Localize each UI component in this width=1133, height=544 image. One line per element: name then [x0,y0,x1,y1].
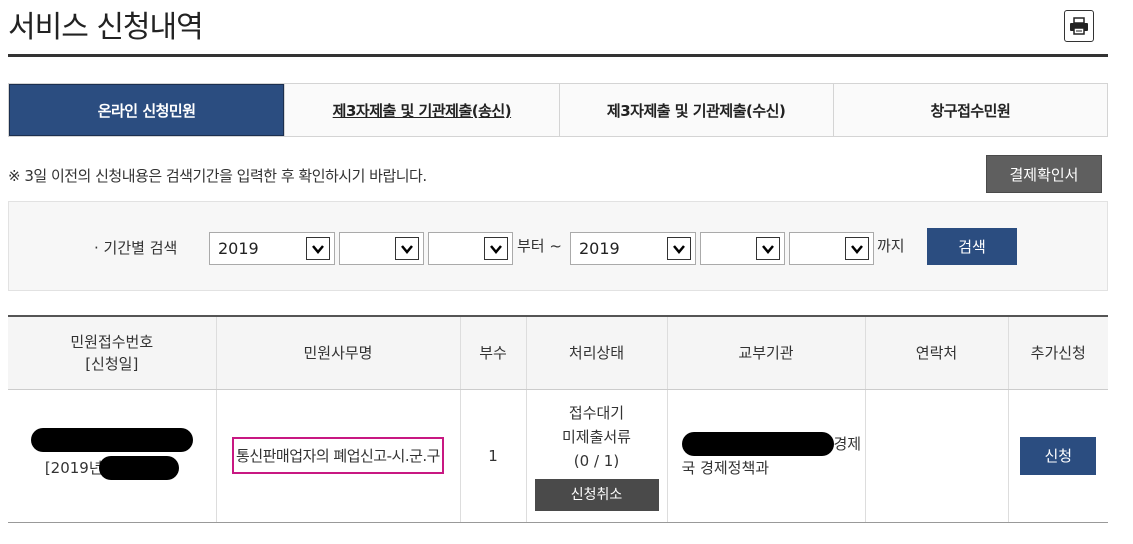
receipt-cell: [2019년 [8,389,216,523]
additional-cell: 신청 [1007,389,1108,523]
agency-line: 경제 [681,431,865,456]
applications-table: 민원접수번호 [신청일] 민원사무명 부수 처리상태 교부기관 연락처 추가신청… [8,315,1108,523]
tab-label: 제3자제출 및 기관제출(송신) [332,101,512,120]
tab-bar: 온라인 신청민원 제3자제출 및 기관제출(송신) 제3자제출 및 기관제출(수… [8,83,1108,137]
col-status: 처리상태 [525,315,667,390]
agency-text: 경제 [833,434,862,453]
redacted-block [98,455,179,480]
col-service-name: 민원사무명 [215,315,460,390]
tab-label: 제3자제출 및 기관제출(수신) [606,101,786,120]
page-title: 서비스 신청내역 [8,10,204,45]
service-name-link[interactable]: 통신판매업자의 폐업신고-시.군.구 [232,437,444,474]
payment-confirmation-button[interactable]: 결제확인서 [986,155,1102,193]
redacted-block [8,427,216,456]
tab-third-party-receive[interactable]: 제3자제출 및 기관제출(수신) [558,84,833,136]
print-button[interactable] [1064,10,1094,42]
header-label: [신청일] [85,354,139,373]
from-label: 부터 ~ [517,237,562,255]
header-label: 민원접수번호 [70,332,154,351]
cancel-application-button[interactable]: 신청취소 [534,478,659,511]
tab-third-party-send[interactable]: 제3자제출 및 기관제출(송신) [284,84,559,136]
search-notice: ※ 3일 이전의 신청내용은 검색기간을 입력한 후 확인하시기 바랍니다. [8,167,427,185]
from-month-select[interactable] [339,232,424,265]
col-receipt-number: 민원접수번호 [신청일] [8,315,216,390]
select-value: 2019 [218,239,259,258]
title-divider [8,54,1108,57]
table-row: [2019년 통신판매업자의 폐업신고-시.군.구 1 접수대기 미제출서류 (… [8,389,1108,523]
status-cell: 접수대기 미제출서류 (0 / 1) 신청취소 [525,389,667,523]
application-date: [2019년 [8,455,216,480]
search-button[interactable]: 검색 [927,228,1017,265]
tab-counter-applications[interactable]: 창구접수민원 [832,84,1107,136]
to-year-select[interactable]: 2019 [570,232,696,265]
search-label: · 기간별 검색 [94,239,178,257]
chevron-down-icon [395,237,419,260]
tab-online-applications[interactable]: 온라인 신청민원 [9,84,285,136]
tab-label: 온라인 신청민원 [97,101,196,120]
agency-text: 국 경제정책과 [681,458,770,477]
to-month-select[interactable] [700,232,785,265]
to-label: 까지 [877,237,905,255]
chevron-down-icon [667,237,691,260]
chevron-down-icon [306,237,330,260]
chevron-down-icon [484,237,508,260]
printer-icon [1070,17,1088,35]
from-year-select[interactable]: 2019 [209,232,335,265]
select-value: 2019 [579,239,620,258]
from-day-select[interactable] [428,232,513,265]
col-copies: 부수 [459,315,526,390]
search-panel: · 기간별 검색 2019 부터 ~ 2019 까지 검색 [8,201,1108,291]
to-day-select[interactable] [789,232,874,265]
status-text: 접수대기 [568,403,625,422]
missing-docs-count: (0 / 1) [573,451,620,470]
missing-docs-link[interactable]: 미제출서류 [527,425,667,449]
col-additional: 추가신청 [1007,315,1108,390]
chevron-down-icon [845,237,869,260]
service-cell: 통신판매업자의 폐업신고-시.군.구 [215,389,460,523]
col-contact: 연락처 [864,315,1008,390]
date-prefix: [2019년 [44,459,103,477]
agency-cell: 경제 국 경제정책과 [666,389,865,523]
redacted-block [681,431,834,456]
table-header-row: 민원접수번호 [신청일] 민원사무명 부수 처리상태 교부기관 연락처 추가신청 [8,315,1108,390]
copies-cell: 1 [459,389,526,523]
col-agency: 교부기관 [666,315,865,390]
apply-button[interactable]: 신청 [1020,436,1097,475]
tab-label: 창구접수민원 [930,101,1011,120]
contact-cell [864,389,1008,523]
chevron-down-icon [756,237,780,260]
